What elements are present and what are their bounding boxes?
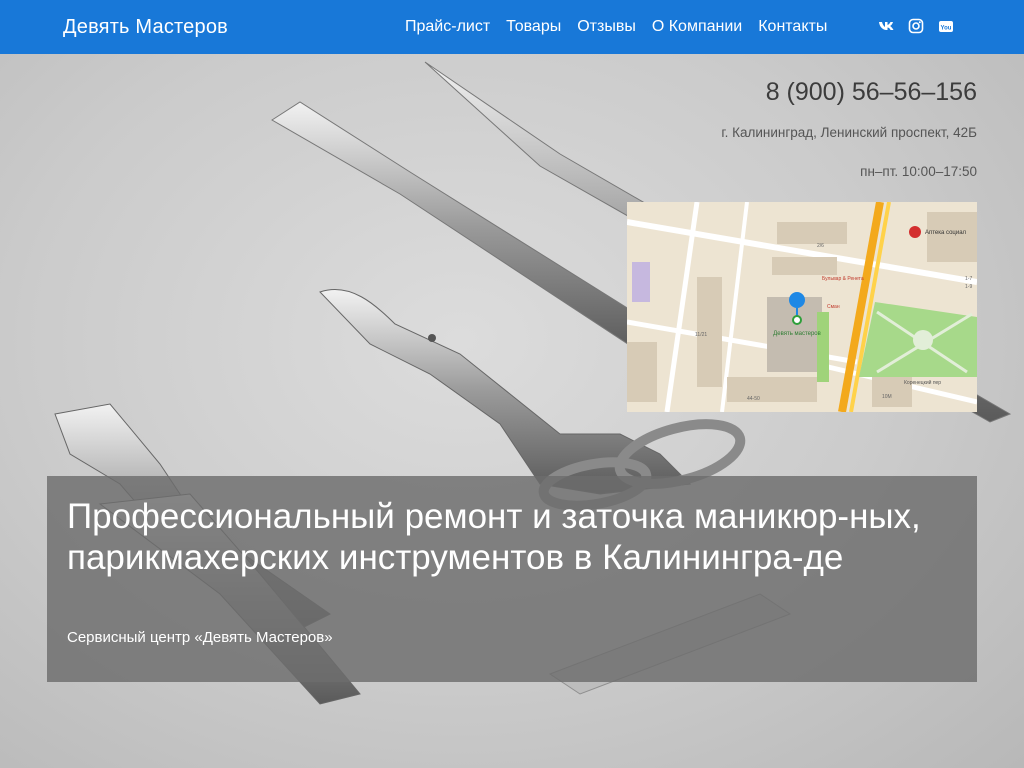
svg-text:Девять мастеров: Девять мастеров: [773, 331, 821, 337]
svg-text:1-9: 1-9: [965, 284, 972, 290]
map-graphic: Девять мастеров Аптека социал Бульвар & …: [627, 202, 977, 412]
phone-number[interactable]: 8 (900) 56–56–156: [721, 78, 977, 107]
svg-text:Бульвар & Ренета: Бульвар & Ренета: [822, 276, 864, 282]
svg-text:10М: 10М: [882, 394, 892, 400]
address-text: г. Калининград, Ленинский проспект, 42Б: [721, 125, 977, 140]
working-hours: пн–пт. 10:00–17:50: [860, 164, 977, 179]
brand-logo-text[interactable]: Девять Мастеров: [63, 16, 228, 39]
nav-products[interactable]: Товары: [506, 18, 561, 36]
hero-title: Профессиональный ремонт и заточка маникю…: [67, 497, 921, 577]
vk-icon[interactable]: [878, 18, 894, 34]
hero-section: 8 (900) 56–56–156 г. Калининград, Ленинс…: [0, 54, 1024, 768]
top-navbar: Девять Мастеров Прайс-лист Товары Отзывы…: [0, 0, 1024, 54]
hero-banner: Профессиональный ремонт и заточка маникю…: [47, 476, 977, 682]
nav-reviews[interactable]: Отзывы: [577, 18, 636, 36]
svg-text:Коренецкий пер: Коренецкий пер: [904, 379, 941, 386]
nav-price-list[interactable]: Прайс-лист: [405, 18, 490, 36]
hero-subtitle: Сервисный центр «Девять Мастеров»: [67, 629, 333, 646]
main-nav: Прайс-лист Товары Отзывы О Компании Конт…: [405, 18, 827, 36]
svg-text:11/21: 11/21: [695, 332, 707, 338]
svg-text:Сман: Сман: [827, 304, 840, 310]
location-map[interactable]: Девять мастеров Аптека социал Бульвар & …: [627, 202, 977, 412]
instagram-icon[interactable]: [908, 18, 924, 34]
youtube-icon[interactable]: You: [938, 18, 954, 34]
social-links: You: [878, 18, 954, 34]
nav-about[interactable]: О Компании: [652, 18, 742, 36]
svg-text:2/6: 2/6: [817, 243, 824, 249]
svg-text:You: You: [941, 26, 952, 32]
svg-text:Аптека социал: Аптека социал: [925, 230, 967, 236]
svg-text:1-7: 1-7: [965, 276, 972, 282]
nav-contacts[interactable]: Контакты: [758, 18, 827, 36]
svg-text:44-50: 44-50: [747, 396, 760, 402]
contact-block: 8 (900) 56–56–156 г. Калининград, Ленинс…: [721, 78, 977, 179]
